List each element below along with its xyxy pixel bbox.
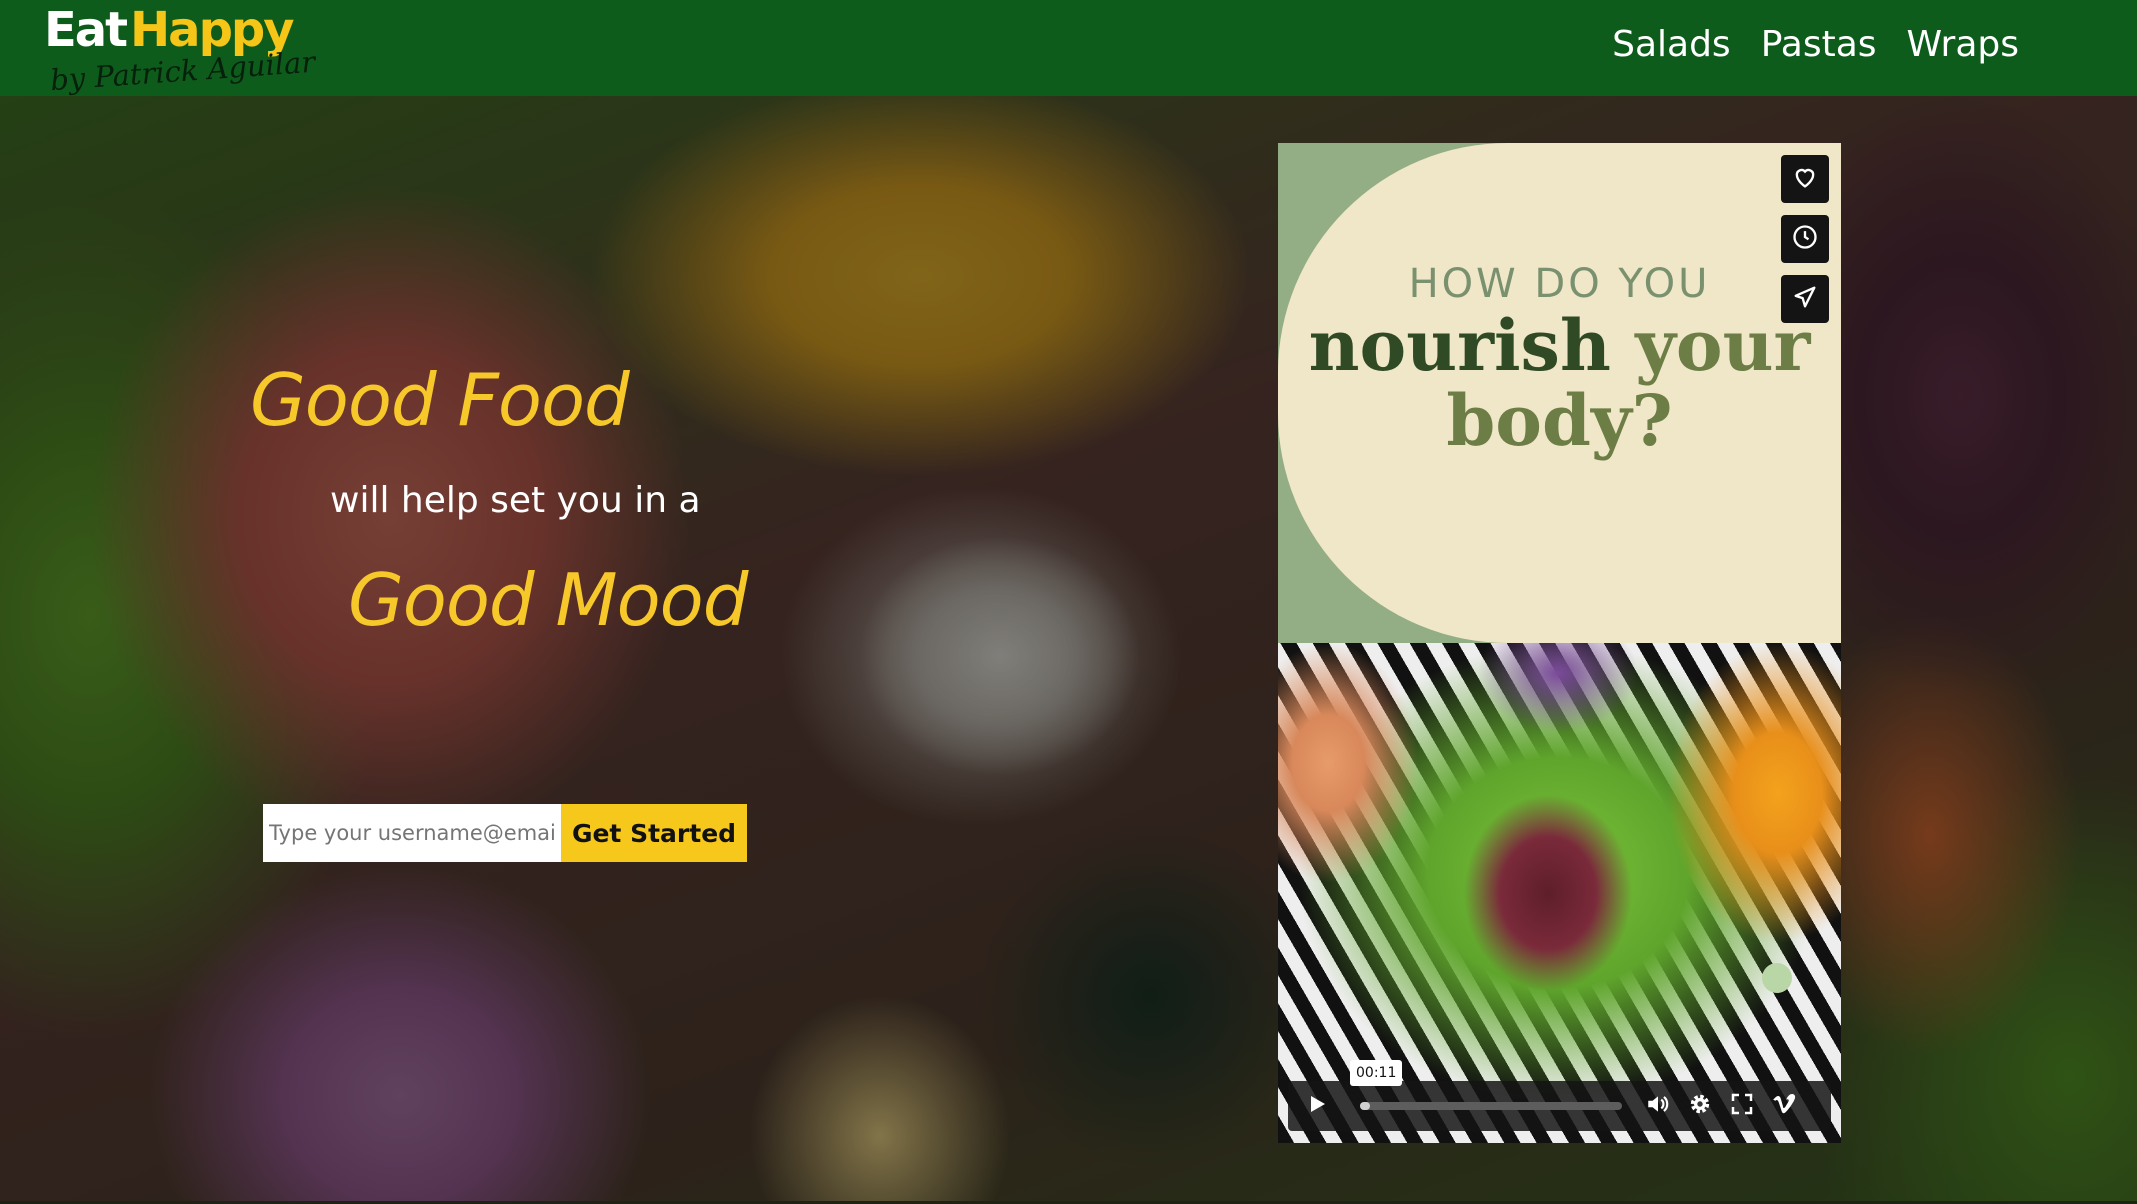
get-started-button[interactable]: Get Started bbox=[561, 804, 747, 862]
play-icon bbox=[1305, 1092, 1329, 1121]
nav-link-wraps[interactable]: Wraps bbox=[1907, 24, 2019, 65]
like-button[interactable] bbox=[1781, 155, 1829, 203]
share-button[interactable] bbox=[1781, 275, 1829, 323]
settings-icon bbox=[1687, 1091, 1713, 1122]
email-input[interactable] bbox=[263, 804, 561, 862]
hero-headline-good-mood: Good Mood bbox=[348, 558, 748, 642]
nav-link-salads[interactable]: Salads bbox=[1612, 24, 1731, 65]
main-nav: Salads Pastas Wraps bbox=[1612, 24, 2019, 65]
volume-icon bbox=[1645, 1091, 1671, 1122]
heart-icon bbox=[1791, 163, 1819, 196]
clock-icon bbox=[1791, 223, 1819, 256]
poster-word-nourish: nourish bbox=[1308, 304, 1611, 387]
send-icon bbox=[1791, 283, 1819, 316]
volume-button[interactable] bbox=[1644, 1092, 1672, 1120]
poster-line-body: body? bbox=[1446, 379, 1673, 462]
nav-link-pastas[interactable]: Pastas bbox=[1761, 24, 1877, 65]
settings-button[interactable] bbox=[1686, 1092, 1714, 1120]
vimeo-icon bbox=[1770, 1091, 1798, 1122]
site-logo[interactable]: Eat Happy by Patrick Aguilar bbox=[44, 2, 316, 97]
hero-headline-good-food: Good Food bbox=[250, 358, 630, 442]
video-poster: HOW DO YOU nourish your body? bbox=[1278, 143, 1841, 643]
poster-line-nourish-your: nourish your bbox=[1278, 311, 1841, 381]
salad-garnish-dot bbox=[1762, 963, 1792, 993]
progress-fill bbox=[1360, 1102, 1371, 1110]
site-header: Eat Happy by Patrick Aguilar Salads Past… bbox=[0, 0, 2137, 98]
play-button[interactable] bbox=[1288, 1081, 1346, 1131]
control-icons bbox=[1644, 1092, 1798, 1120]
video-controls: 00:11 bbox=[1288, 1060, 1831, 1131]
progress-bar[interactable]: 00:11 bbox=[1350, 1060, 1622, 1110]
video-player[interactable]: HOW DO YOU nourish your body? 00:11 bbox=[1278, 143, 1841, 1143]
video-side-actions bbox=[1781, 155, 1829, 323]
hero-subtext: will help set you in a bbox=[330, 480, 701, 521]
vimeo-button[interactable] bbox=[1770, 1092, 1798, 1120]
signup-form: Get Started bbox=[263, 804, 747, 862]
logo-eat-text: Eat bbox=[44, 2, 128, 58]
fullscreen-icon bbox=[1730, 1092, 1754, 1121]
watch-later-button[interactable] bbox=[1781, 215, 1829, 263]
fullscreen-button[interactable] bbox=[1728, 1092, 1756, 1120]
current-time-tooltip: 00:11 bbox=[1350, 1060, 1403, 1086]
poster-line-how-do-you: HOW DO YOU bbox=[1408, 261, 1711, 307]
